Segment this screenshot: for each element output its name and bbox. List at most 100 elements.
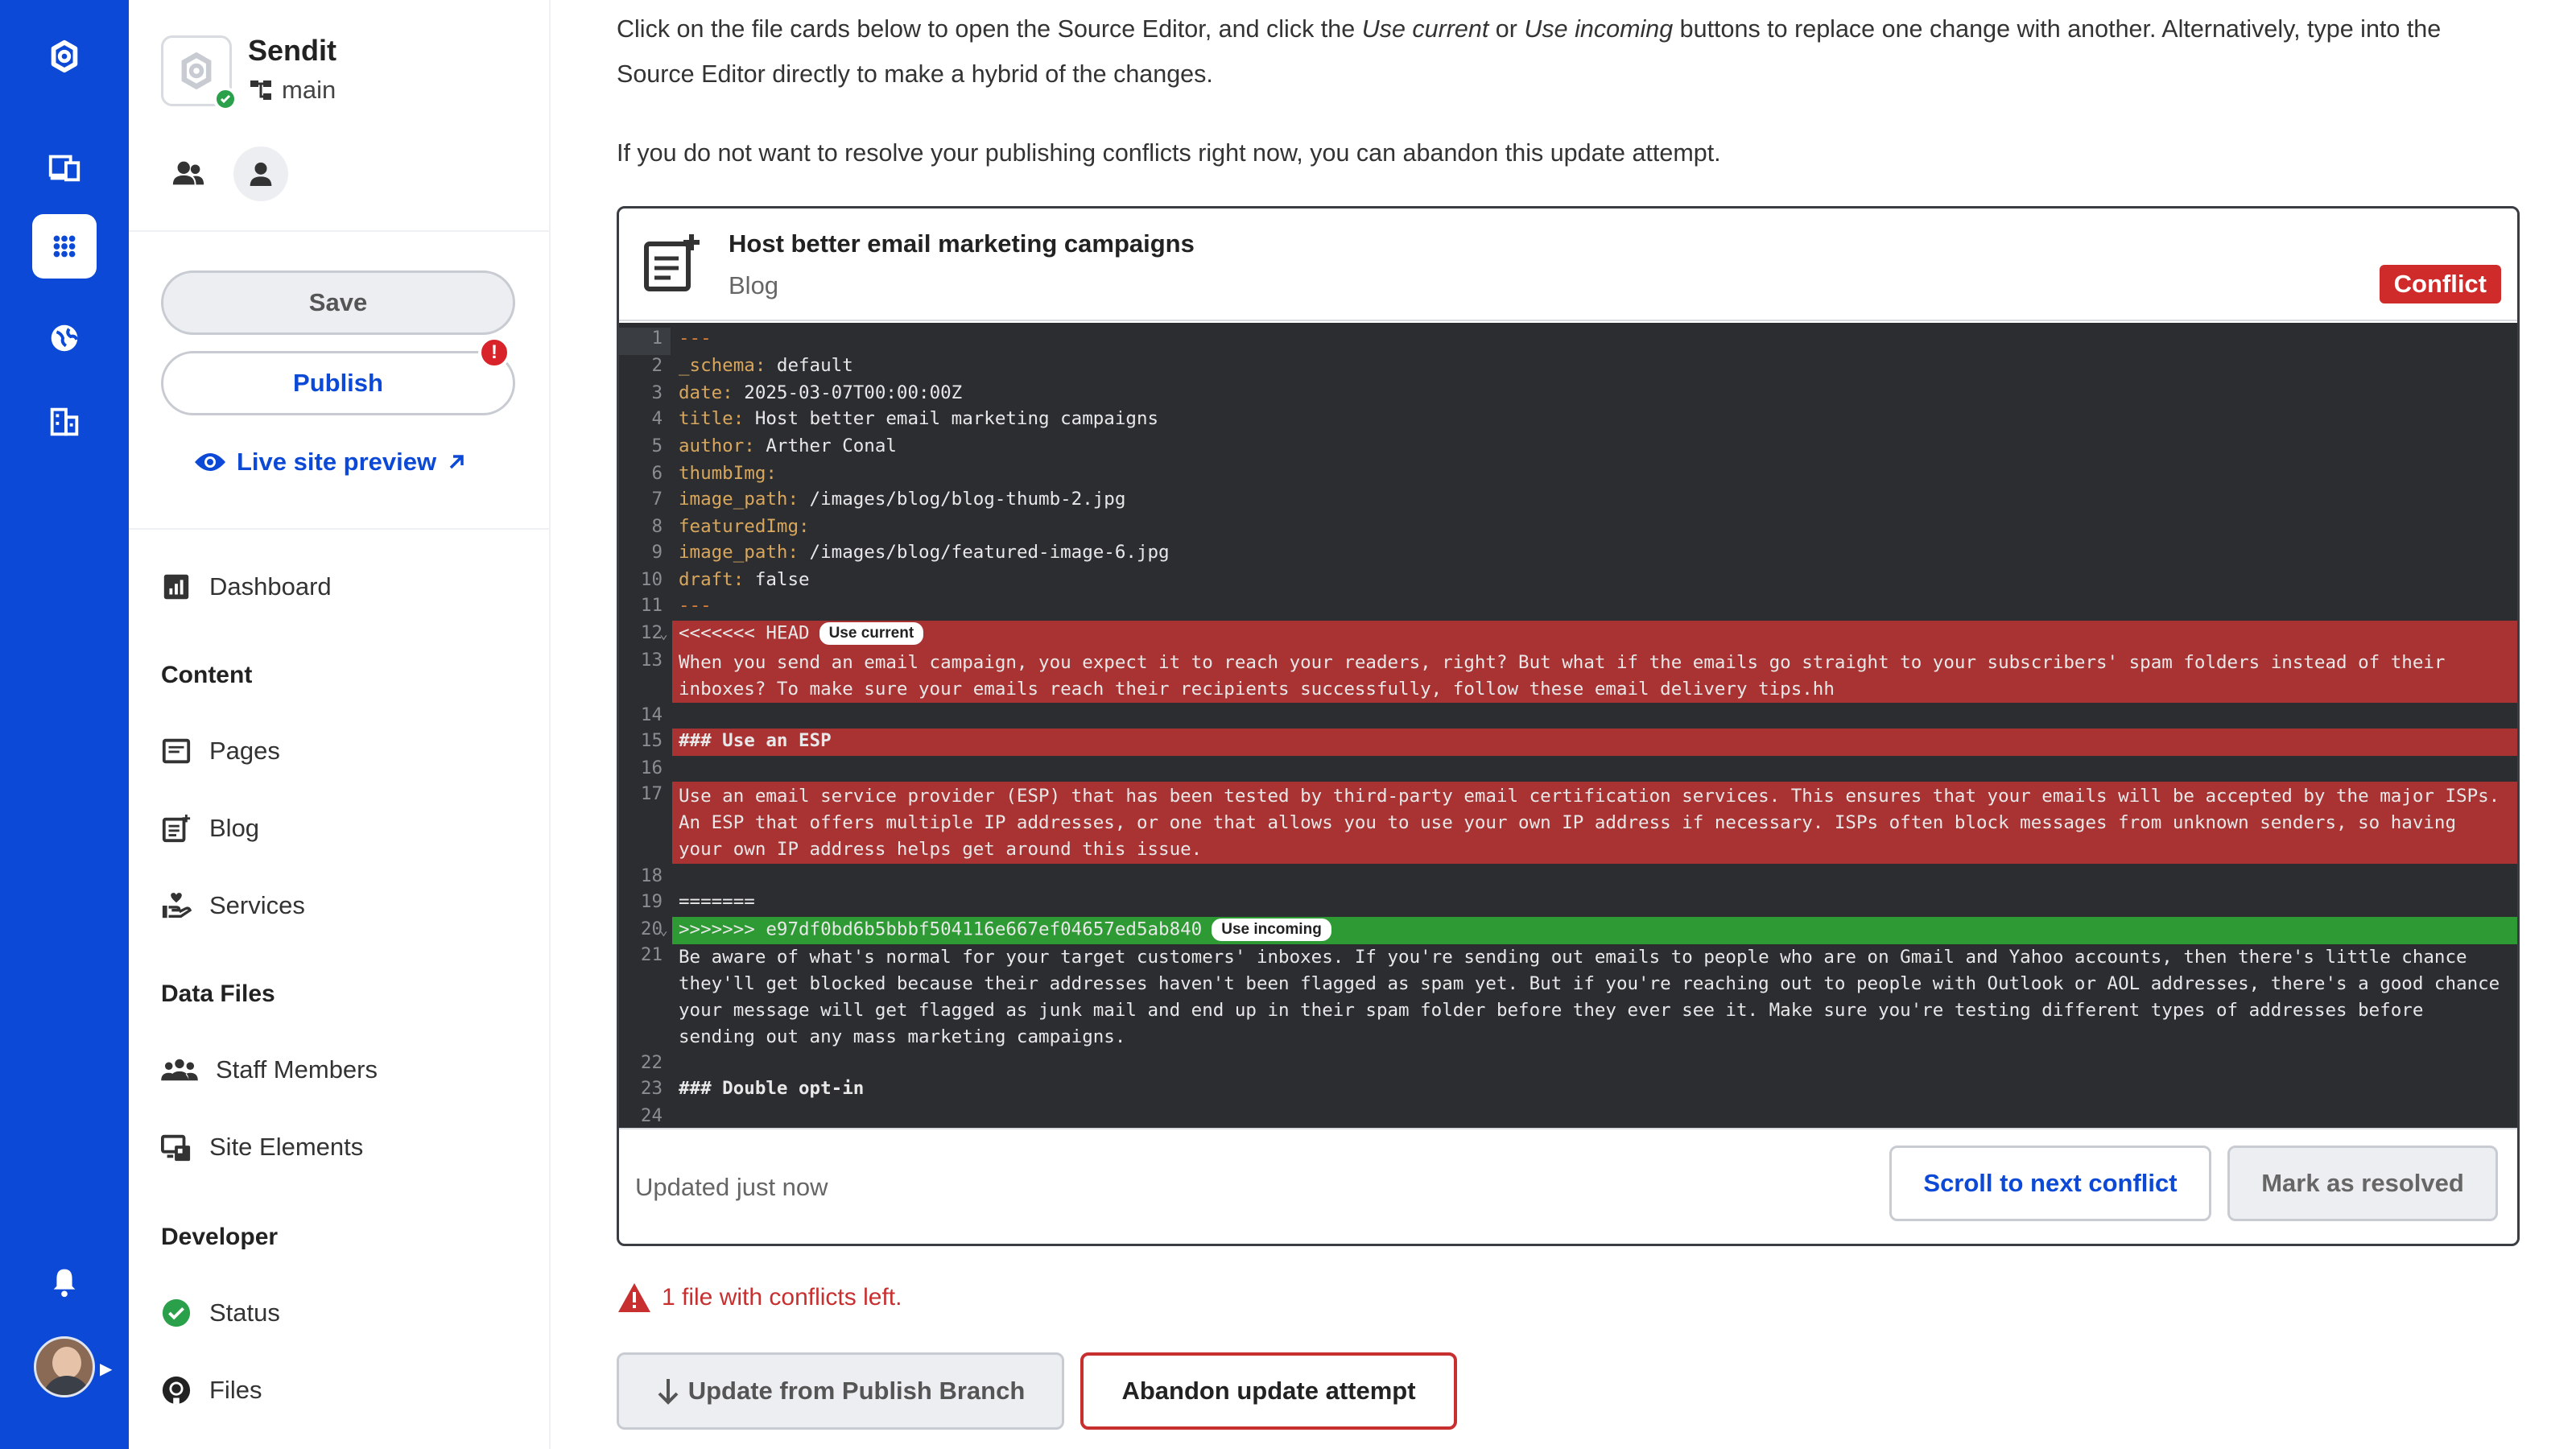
arrow-down-icon bbox=[658, 1379, 679, 1405]
intro-text: or bbox=[1488, 15, 1525, 43]
branch-icon bbox=[250, 80, 271, 100]
line-number: 1 bbox=[619, 328, 671, 355]
save-button[interactable]: Save bbox=[161, 270, 515, 335]
people-toggle bbox=[161, 147, 288, 201]
conflicts-left-warning: 1 file with conflicts left. bbox=[617, 1282, 902, 1314]
preview-label: Live site preview bbox=[237, 448, 437, 476]
fold-chevron-icon[interactable]: ⌄ bbox=[659, 625, 668, 642]
code-line: ### Double opt-in bbox=[679, 1078, 865, 1099]
team-icon[interactable] bbox=[161, 147, 216, 201]
nav-services-label: Services bbox=[209, 891, 305, 919]
line-number: 16 bbox=[640, 758, 663, 778]
code-line: date: 2025-03-07T00:00:00Z bbox=[679, 382, 963, 403]
nav-staff-label: Staff Members bbox=[216, 1055, 378, 1084]
code-line: image_path: /images/blog/blog-thumb-2.jp… bbox=[679, 489, 1126, 510]
bell-icon[interactable] bbox=[32, 1249, 97, 1314]
blog-file-icon bbox=[642, 233, 703, 298]
code-line: Use an email service provider (ESP) that… bbox=[679, 786, 2511, 860]
fold-chevron-icon[interactable]: ⌄ bbox=[659, 922, 668, 939]
use-incoming-button[interactable]: Use incoming bbox=[1212, 919, 1331, 941]
publish-button[interactable]: Publish bbox=[161, 351, 515, 415]
mark-as-resolved-button[interactable]: Mark as resolved bbox=[2227, 1146, 2498, 1221]
line-number: 21 bbox=[640, 944, 663, 965]
globe-icon[interactable] bbox=[32, 306, 97, 370]
nav-site-elements[interactable]: Site Elements bbox=[161, 1132, 363, 1162]
line-number: 17 bbox=[640, 783, 663, 804]
nav-status[interactable]: Status bbox=[161, 1298, 280, 1328]
divider bbox=[129, 230, 549, 232]
live-site-preview-link[interactable]: Live site preview bbox=[193, 448, 467, 477]
nav-dashboard-label: Dashboard bbox=[209, 572, 332, 601]
line-number: 10 bbox=[640, 569, 663, 590]
developer-heading: Developer bbox=[161, 1224, 279, 1250]
intro-text: Click on the file cards below to open th… bbox=[617, 15, 1362, 43]
code-line: draft: false bbox=[679, 569, 810, 590]
blog-icon bbox=[162, 814, 191, 843]
apps-grid-icon[interactable] bbox=[32, 214, 97, 279]
code-line: thumbImg: bbox=[679, 463, 777, 484]
site-status-check-icon bbox=[213, 87, 237, 111]
nav-files[interactable]: Files bbox=[161, 1375, 262, 1406]
code-line: --- bbox=[679, 328, 712, 349]
nav-pages[interactable]: Pages bbox=[161, 736, 280, 766]
nav-files-label: Files bbox=[209, 1376, 262, 1404]
source-editor[interactable]: 1 --- 2 _schema: default 3 date: 2025-03… bbox=[619, 323, 2517, 1128]
line-number: 23 bbox=[640, 1078, 663, 1099]
branch-name: main bbox=[282, 76, 336, 104]
github-icon bbox=[162, 1376, 191, 1405]
site-name: Sendit bbox=[248, 34, 337, 67]
line-number: 15 bbox=[640, 730, 663, 751]
update-from-publish-branch-button[interactable]: Update from Publish Branch bbox=[617, 1352, 1064, 1430]
line-number: 24 bbox=[640, 1105, 663, 1126]
card-header[interactable]: Host better email marketing campaigns Bl… bbox=[619, 208, 2517, 321]
nav-services[interactable]: Services bbox=[161, 890, 305, 921]
code-line: --- bbox=[679, 595, 712, 616]
scroll-to-next-conflict-button[interactable]: Scroll to next conflict bbox=[1889, 1146, 2211, 1221]
user-avatar[interactable] bbox=[34, 1336, 95, 1397]
use-current-button[interactable]: Use current bbox=[819, 622, 924, 645]
code-line: <<<<<<< HEAD Use current bbox=[679, 622, 2509, 645]
line-number: 14 bbox=[640, 704, 663, 725]
line-number: 22 bbox=[640, 1052, 663, 1073]
line-number: 11 bbox=[640, 595, 663, 616]
code-line: Be aware of what's normal for your targe… bbox=[679, 947, 2511, 1047]
nav-dashboard[interactable]: Dashboard bbox=[161, 572, 332, 602]
code-line: ### Use an ESP bbox=[679, 730, 832, 751]
services-hand-heart-icon bbox=[162, 893, 192, 919]
line-number: 18 bbox=[640, 865, 663, 886]
abandon-update-attempt-button[interactable]: Abandon update attempt bbox=[1080, 1352, 1457, 1430]
card-footer: Updated just now Scroll to next conflict… bbox=[619, 1128, 2517, 1244]
code-line: image_path: /images/blog/featured-image-… bbox=[679, 542, 1170, 563]
file-title: Host better email marketing campaigns bbox=[729, 229, 1195, 258]
app-rail: ▶ bbox=[0, 0, 129, 1449]
code-line: ======= bbox=[679, 891, 755, 912]
line-number: 4 bbox=[651, 408, 663, 429]
warning-icon bbox=[618, 1283, 650, 1312]
avatar-menu-caret-icon[interactable]: ▶ bbox=[100, 1359, 112, 1379]
nav-blog[interactable]: Blog bbox=[161, 813, 259, 844]
cloudcannon-logo-icon[interactable] bbox=[32, 24, 97, 89]
site-branch[interactable]: main bbox=[248, 76, 336, 105]
updated-status: Updated just now bbox=[635, 1173, 828, 1201]
code-line: author: Arther Conal bbox=[679, 436, 897, 456]
conflicts-left-text: 1 file with conflicts left. bbox=[662, 1284, 902, 1311]
line-number: 9 bbox=[651, 542, 663, 563]
line-number: 13 bbox=[640, 650, 663, 671]
external-link-icon bbox=[449, 455, 464, 469]
nav-site-elements-label: Site Elements bbox=[209, 1133, 364, 1161]
nav-status-label: Status bbox=[209, 1298, 280, 1327]
line-number: 5 bbox=[651, 436, 663, 456]
pages-icon bbox=[162, 738, 191, 764]
nav-pages-label: Pages bbox=[209, 737, 280, 765]
conflict-file-card[interactable]: Host better email marketing campaigns Bl… bbox=[617, 206, 2520, 1246]
publish-alert-icon: ! bbox=[478, 336, 510, 369]
person-icon[interactable] bbox=[233, 147, 288, 201]
nav-staff-members[interactable]: Staff Members bbox=[161, 1055, 378, 1085]
nav-blog-label: Blog bbox=[209, 814, 260, 842]
devices-icon[interactable] bbox=[32, 135, 97, 200]
staff-group-icon bbox=[161, 1059, 198, 1081]
organization-icon[interactable] bbox=[32, 390, 97, 454]
line-number: 3 bbox=[651, 382, 663, 403]
code-line: _schema: default bbox=[679, 355, 853, 376]
code-line: title: Host better email marketing campa… bbox=[679, 408, 1159, 429]
